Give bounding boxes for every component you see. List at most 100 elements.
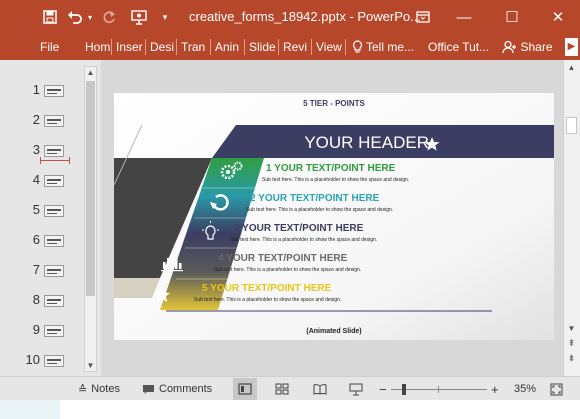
thumbnail-slide-2[interactable]: 2 [0,112,80,142]
start-from-beginning-icon[interactable] [129,0,149,34]
thumbnail-slide-1[interactable]: 1 [0,82,80,112]
tab-review[interactable]: Revi [283,34,310,60]
slide-number: 6 [32,232,40,247]
slide-number: 8 [32,292,40,307]
slide-thumbnail [44,325,64,337]
tab-insert[interactable]: Inser [116,34,144,60]
customize-quick-access-icon[interactable]: ▾ [160,0,170,34]
thumbnail-slide-9[interactable]: 9 [0,322,80,352]
fit-to-window-icon [550,383,563,395]
slide-thumbnail [44,205,64,217]
slide-top-title: 5 TIER - POINTS [303,99,365,108]
close-button[interactable]: ✕ [546,0,570,34]
slide-editor: 5 TIER - POINTS YOUR HEADER 1 YOUR TEXT/… [101,60,563,376]
powerpoint-window: ▾ ▾ creative_forms_18942.pptx - PowerPo.… [0,0,580,419]
person-icon [502,40,517,54]
fit-to-window-button[interactable] [550,377,563,401]
comment-icon [143,384,154,394]
zoom-slider-thumb[interactable] [402,384,406,395]
tab-home[interactable]: Hom [85,34,110,60]
tell-me-label: Tell me... [366,40,415,54]
comments-label: Comments [159,383,213,395]
ribbon-display-options-icon[interactable] [414,0,432,34]
slide-number: 4 [32,172,40,187]
point-3-title: 3 YOUR TEXT/POINT HERE [234,223,364,234]
slide-thumbnail [44,115,64,127]
slide-thumbnail [44,265,64,277]
scrollbar-thumb[interactable] [566,117,577,134]
thumbnail-scrollbar[interactable]: ▲ ▼ [84,66,97,372]
slide-show-icon [349,383,363,395]
slide-thumbnail [44,295,64,307]
tab-slide-show[interactable]: Slide [249,34,277,60]
tab-office-tutorials[interactable]: Office Tut... [428,34,492,60]
point-3-subtext: Sub text here. This is a placeholder to … [230,237,378,243]
zoom-out-button[interactable]: − [379,377,387,401]
thumbnail-slide-4[interactable]: 4 [0,172,80,202]
scrollbar-thumb[interactable] [86,81,95,296]
scroll-up-icon[interactable]: ▲ [85,67,96,78]
normal-view-icon [238,383,252,395]
reading-view-button[interactable] [313,377,327,401]
slide-header: YOUR HEADER [304,133,429,152]
point-4-subtext: Sub text here. This is a placeholder to … [214,267,362,273]
notes-button[interactable]: ≙ Notes [78,377,120,401]
maximize-button[interactable]: ☐ [500,0,524,34]
zoom-in-button[interactable]: + [491,377,499,401]
ribbon-tabs: File Hom Inser Desi Tran Anin Slide Revi… [0,34,580,60]
title-bar: ▾ ▾ creative_forms_18942.pptx - PowerPo.… [0,0,580,34]
notes-label: Notes [91,383,120,395]
reading-view-icon [313,384,327,395]
slide-thumbnail [44,175,64,187]
tell-me-search[interactable]: Tell me... [352,34,422,60]
slide-number: 9 [32,322,40,337]
taskbar-strip [0,400,580,419]
share-button[interactable]: Share [499,37,556,57]
comments-button[interactable]: Comments [142,377,212,401]
tab-animations[interactable]: Anin [215,34,243,60]
slide-sorter-button[interactable] [275,377,289,401]
thumbnail-slide-8[interactable]: 8 [0,292,80,322]
scroll-down-icon[interactable]: ▼ [85,360,96,371]
slide-show-button[interactable] [349,377,363,401]
point-5-title: 5 YOUR TEXT/POINT HERE [202,283,332,294]
undo-dropdown-icon[interactable]: ▾ [86,0,94,34]
normal-view-button[interactable] [233,378,257,400]
taskbar-highlight [0,400,60,419]
zoom-level[interactable]: 35% [514,377,536,401]
redo-icon[interactable] [100,0,118,34]
zoom-center-tick [438,386,439,393]
thumbnail-slide-6[interactable]: 6 [0,232,80,262]
slide-canvas[interactable]: 5 TIER - POINTS YOUR HEADER 1 YOUR TEXT/… [114,93,554,340]
tab-file[interactable]: File [40,34,66,60]
next-slide-icon[interactable]: ⇟ [566,353,577,364]
slide-footer: (Animated Slide) [306,328,362,335]
point-2-title: 2 YOUR TEXT/POINT HERE [250,193,380,204]
slide-number: 5 [32,202,40,217]
tab-view[interactable]: View [316,34,344,60]
scroll-down-icon[interactable]: ▼ [566,323,577,334]
slide-thumbnail [44,85,64,97]
slide-thumbnail [44,145,64,157]
lightbulb-icon [353,40,362,53]
slide-thumbnail [44,235,64,247]
save-icon[interactable] [40,0,60,34]
ribbon-scroll-right-icon[interactable]: ▶ [565,38,578,56]
point-1-title: 1 YOUR TEXT/POINT HERE [266,163,396,174]
point-5-subtext: Sub text here. This is a placeholder to … [194,297,342,303]
previous-slide-icon[interactable]: ⇞ [566,338,577,349]
editor-scrollbar[interactable]: ▲ ▼ ⇞ ⇟ [563,60,580,376]
point-2-subtext: Sub text here. This is a placeholder to … [246,207,394,213]
thumbnail-slide-5[interactable]: 5 [0,202,80,232]
scroll-up-icon[interactable]: ▲ [566,62,577,73]
slide-number: 1 [32,82,40,97]
undo-icon[interactable] [66,0,84,34]
slide-sorter-icon [275,383,289,395]
slide-number: 3 [32,142,40,157]
slide-thumbnail-pane: 1 2 3 4 5 6 7 8 9 10 ▲ ▼ [0,60,98,376]
tab-transitions[interactable]: Tran [181,34,209,60]
notes-icon: ≙ [78,383,88,396]
tab-design[interactable]: Desi [150,34,175,60]
thumbnail-slide-7[interactable]: 7 [0,262,80,292]
minimize-button[interactable]: — [452,0,476,34]
